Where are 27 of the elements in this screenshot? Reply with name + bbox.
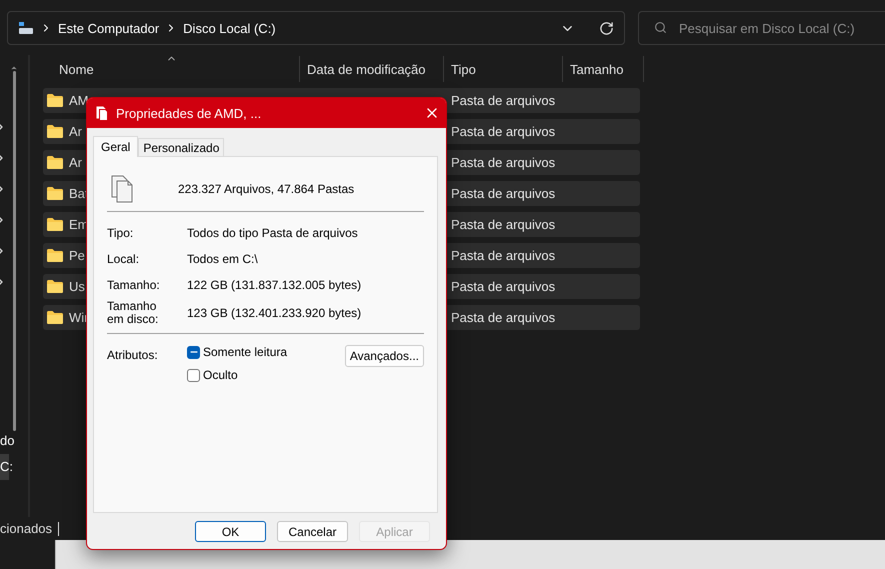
file-name: Ar — [69, 155, 82, 170]
file-type: Pasta de arquivos — [450, 93, 556, 108]
attributes-label: Atributos: — [107, 347, 159, 364]
file-name: Ar — [69, 124, 82, 139]
file-type: Pasta de arquivos — [450, 217, 556, 232]
property-value: 122 GB (131.837.132.005 bytes) — [187, 278, 362, 292]
property-label: Tamanho em disco: — [107, 300, 160, 326]
summary-text: 223.327 Arquivos, 47.864 Pastas — [178, 182, 354, 196]
file-name: Wir — [69, 310, 88, 325]
status-text: cionados — [0, 522, 60, 536]
dialog-title: Propriedades de AMD, ... — [116, 106, 262, 120]
file-name: Us — [69, 279, 85, 294]
checkbox-label: Oculto — [203, 368, 238, 382]
property-value: Todos em C:\ — [187, 252, 259, 266]
file-type: Pasta de arquivos — [450, 124, 556, 139]
file-name: Pe — [69, 248, 85, 263]
file-type: Pasta de arquivos — [450, 279, 556, 294]
property-value: 123 GB (132.401.233.920 bytes) — [187, 306, 362, 320]
file-type: Pasta de arquivos — [450, 186, 556, 201]
property-label: Tipo: — [107, 226, 134, 240]
property-label: Local: — [107, 252, 140, 266]
file-type: Pasta de arquivos — [450, 248, 556, 263]
file-type: Pasta de arquivos — [450, 155, 556, 170]
property-value: Todos do tipo Pasta de arquivos — [187, 226, 359, 240]
file-type: Pasta de arquivos — [450, 310, 556, 325]
property-label: Tamanho: — [107, 278, 161, 292]
checkbox-label: Somente leitura — [203, 345, 288, 359]
